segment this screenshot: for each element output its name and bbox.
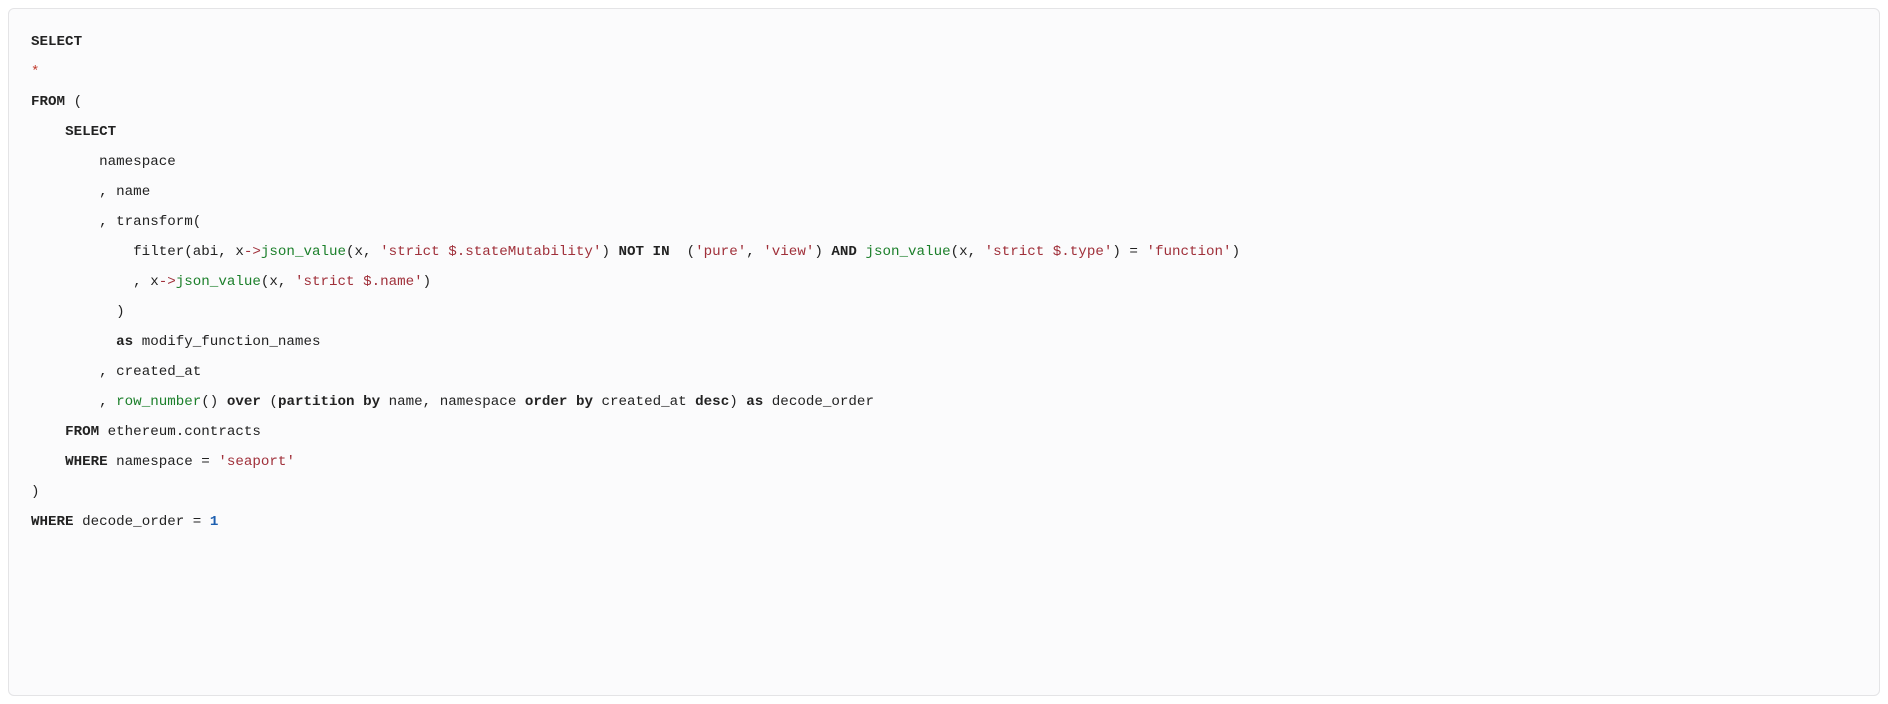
col-name: name — [116, 184, 150, 200]
kw-partition: partition — [278, 394, 355, 410]
kw-select: SELECT — [31, 34, 82, 50]
kw-and: AND — [831, 244, 857, 260]
kw-order: order — [525, 394, 568, 410]
fn-transform: transform( — [116, 214, 201, 230]
fn-json-value: json_value — [865, 244, 950, 260]
str-seaport: 'seaport' — [218, 454, 295, 470]
over-open: ( — [261, 394, 278, 410]
tail: ) — [1232, 244, 1241, 260]
kw-select-inner: SELECT — [65, 124, 116, 140]
kw-desc: desc — [695, 394, 729, 410]
fn-json-value: json_value — [176, 274, 261, 290]
kw-where-outer: WHERE — [31, 514, 74, 530]
in-open: ( — [670, 244, 696, 260]
str-function: 'function' — [1146, 244, 1231, 260]
kw-by2: by — [567, 394, 593, 410]
kw-where-inner: WHERE — [65, 454, 108, 470]
txt-space — [763, 394, 772, 410]
sql-code: SELECT * FROM ( SELECT namespace , name … — [31, 27, 1857, 537]
fn-row-number: row_number — [116, 394, 201, 410]
eq: = — [201, 454, 210, 470]
over-close: ) — [729, 394, 746, 410]
eq: = — [1129, 244, 1138, 260]
where-decode: decode_order — [74, 514, 193, 530]
in-close: ) — [814, 244, 831, 260]
txt-space — [133, 334, 142, 350]
comma: , — [99, 214, 108, 230]
paren-close: ) — [116, 304, 125, 320]
jv-close: ) — [601, 244, 618, 260]
kw-from-inner: FROM — [65, 424, 99, 440]
kw-as: as — [746, 394, 763, 410]
jv-close: ) — [423, 274, 432, 290]
txt-space — [108, 214, 117, 230]
sep: , — [746, 244, 763, 260]
star: * — [31, 64, 40, 80]
fn-filter: filter(abi, x — [133, 244, 244, 260]
jv-open: (x, — [951, 244, 985, 260]
num-one: 1 — [210, 514, 219, 530]
fn-json-value: json_value — [261, 244, 346, 260]
str-name: 'strict $.name' — [295, 274, 423, 290]
ord-col: created_at — [593, 394, 695, 410]
jv-close: ) — [1112, 244, 1129, 260]
str-pure: 'pure' — [695, 244, 746, 260]
alias-decode: decode_order — [772, 394, 874, 410]
col-created-at: created_at — [116, 364, 201, 380]
kw-from: FROM — [31, 94, 65, 110]
inner-table: ethereum.contracts — [99, 424, 261, 440]
part-cols: name, namespace — [380, 394, 525, 410]
comma: , — [99, 364, 108, 380]
sql-code-block: SELECT * FROM ( SELECT namespace , name … — [8, 8, 1880, 696]
col-namespace: namespace — [99, 154, 176, 170]
txt-space — [108, 364, 117, 380]
jv-open: (x, — [261, 274, 295, 290]
kw-over: over — [227, 394, 261, 410]
alias-modify: modify_function_names — [142, 334, 321, 350]
op-arrow: -> — [244, 244, 261, 260]
jv-open: (x, — [346, 244, 380, 260]
paren-close-outer: ) — [31, 484, 40, 500]
txt-space — [108, 184, 117, 200]
paren-open: ( — [74, 94, 83, 110]
line4-lead: , x — [133, 274, 159, 290]
where-ns: namespace — [108, 454, 202, 470]
str-type: 'strict $.type' — [985, 244, 1113, 260]
str-state: 'strict $.stateMutability' — [380, 244, 601, 260]
op-arrow: -> — [159, 274, 176, 290]
kw-not: NOT — [619, 244, 645, 260]
kw-in: IN — [644, 244, 670, 260]
rn-call: () — [201, 394, 227, 410]
txt-space — [65, 94, 74, 110]
comma: , — [99, 184, 108, 200]
comma: , — [99, 394, 108, 410]
str-view: 'view' — [763, 244, 814, 260]
txt-space — [201, 514, 210, 530]
kw-by: by — [355, 394, 381, 410]
txt-space — [108, 394, 117, 410]
kw-as: as — [116, 334, 133, 350]
